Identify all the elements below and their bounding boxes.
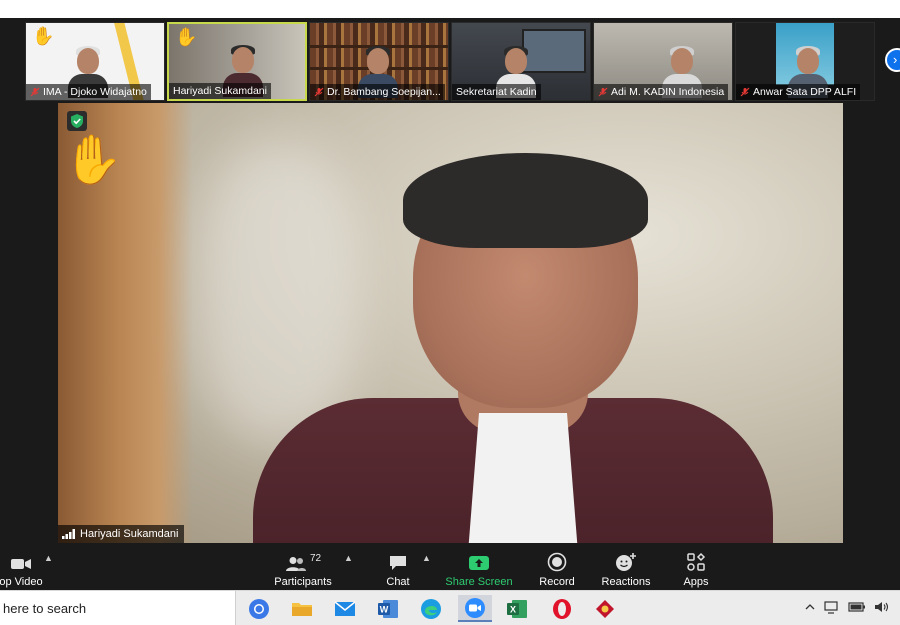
share-screen-icon (469, 556, 489, 570)
participant-name-label: Adi M. KADIN Indonesia (594, 84, 729, 100)
system-tray (804, 600, 890, 614)
participant-strip: ✋ IMA - Djoko Widajatno ✋ Hariyadi Sukam… (0, 18, 900, 102)
chrome-icon[interactable] (245, 595, 273, 622)
mic-muted-icon (314, 87, 324, 97)
reactions-button[interactable]: Reactions (600, 548, 652, 588)
screen: ✋ IMA - Djoko Widajatno ✋ Hariyadi Sukam… (0, 0, 900, 625)
file-explorer-icon[interactable] (288, 595, 316, 622)
battery-icon[interactable] (848, 601, 866, 613)
apps-grid-icon (687, 552, 706, 571)
participants-button[interactable]: 72 Participants (272, 548, 334, 588)
raised-hand-icon: ✋ (175, 27, 198, 47)
participants-icon (285, 557, 306, 571)
speaker-name-label: Hariyadi Sukamdani (58, 525, 185, 543)
participant-name-label: Dr. Bambang Soepijan... (310, 84, 445, 100)
next-page-arrow-icon[interactable]: › (885, 48, 900, 72)
meeting-toolbar: op Video ▲ 72 Participants ▲ Chat ▲ Shar… (0, 545, 900, 590)
smiley-add-icon (616, 553, 636, 571)
excel-icon[interactable]: X (503, 595, 531, 622)
participant-tile-3[interactable]: Dr. Bambang Soepijan... (309, 22, 449, 101)
participant-name-label: IMA - Djoko Widajatno (26, 84, 151, 100)
main-speaker-video: ✋ Hariyadi Sukamdani (58, 103, 843, 543)
mail-icon[interactable] (331, 595, 359, 622)
record-button[interactable]: Record (536, 548, 578, 588)
participant-tile-1[interactable]: ✋ IMA - Djoko Widajatno (25, 22, 165, 101)
raised-hand-icon: ✋ (32, 26, 55, 46)
signal-strength-icon (62, 529, 75, 539)
mic-muted-icon (30, 87, 40, 97)
raised-hand-icon: ✋ (63, 134, 123, 187)
game-icon[interactable] (591, 595, 619, 622)
participant-tile-2[interactable]: ✋ Hariyadi Sukamdani (167, 22, 307, 101)
zoom-meeting-window: ✋ IMA - Djoko Widajatno ✋ Hariyadi Sukam… (0, 18, 900, 545)
participant-tile-6[interactable]: Anwar Sata DPP ALFI (735, 22, 875, 101)
mic-muted-icon (598, 87, 608, 97)
windows-taskbar: here to search W X (0, 590, 900, 625)
network-icon[interactable] (824, 600, 840, 614)
video-camera-icon (11, 559, 31, 569)
share-screen-button[interactable]: Share Screen (445, 548, 513, 588)
opera-icon[interactable] (548, 595, 576, 622)
mic-muted-icon (740, 87, 750, 97)
zoom-icon[interactable] (458, 595, 492, 622)
participant-tile-4[interactable]: Sekretariat Kadin (451, 22, 591, 101)
participant-tile-5[interactable]: Adi M. KADIN Indonesia (593, 22, 733, 101)
participant-name-label: Hariyadi Sukamdani (169, 83, 271, 99)
svg-text:X: X (510, 604, 516, 614)
edge-icon[interactable] (417, 595, 445, 622)
svg-text:W: W (380, 604, 389, 614)
apps-button[interactable]: Apps (680, 548, 712, 588)
encryption-shield-icon[interactable] (67, 111, 87, 131)
volume-icon[interactable] (874, 600, 890, 614)
word-icon[interactable]: W (374, 595, 402, 622)
chat-button[interactable]: Chat (380, 548, 416, 588)
stop-video-button[interactable]: op Video (0, 548, 46, 588)
chat-options-caret-icon[interactable]: ▲ (422, 553, 431, 563)
record-icon (547, 552, 567, 572)
participants-count: 72 (309, 553, 322, 564)
chat-bubble-icon (390, 556, 406, 570)
video-options-caret-icon[interactable]: ▲ (44, 553, 53, 563)
participant-name-label: Anwar Sata DPP ALFI (736, 84, 861, 100)
taskbar-search-box[interactable]: here to search (0, 591, 236, 625)
participant-name-label: Sekretariat Kadin (452, 84, 541, 100)
participants-options-caret-icon[interactable]: ▲ (344, 553, 353, 563)
speaker-figure (253, 143, 773, 543)
chevron-up-icon[interactable] (804, 601, 816, 613)
